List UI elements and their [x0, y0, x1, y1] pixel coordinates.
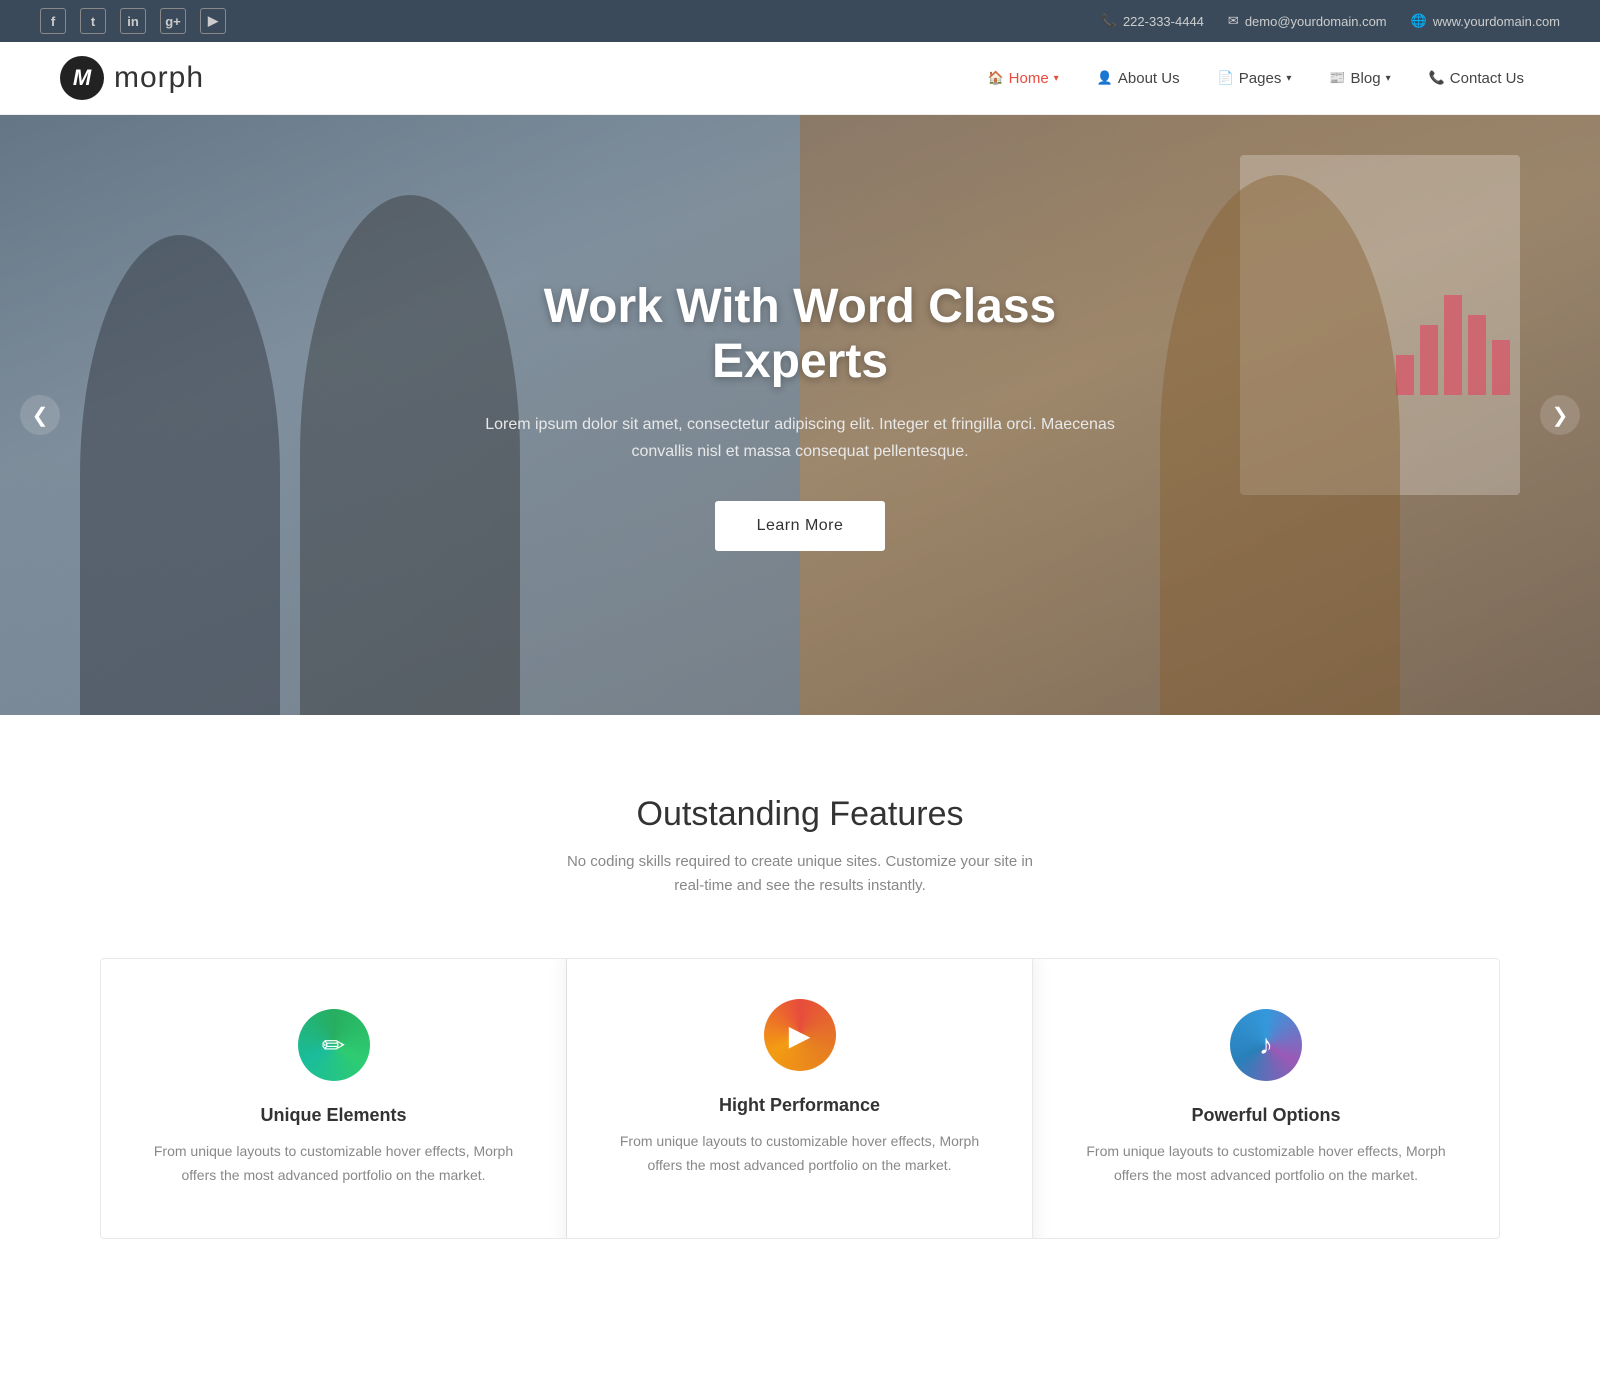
social-links[interactable]: f t in g+ ▶: [40, 8, 226, 34]
pages-icon: 📄: [1218, 70, 1234, 86]
contact-icon: 📞: [1429, 70, 1445, 86]
nav-home[interactable]: 🏠 Home ▾: [971, 62, 1074, 95]
feature-card-unique: ✏ Unique Elements From unique layouts to…: [101, 959, 567, 1238]
features-grid: ✏ Unique Elements From unique layouts to…: [100, 958, 1500, 1239]
about-icon: 👤: [1097, 70, 1113, 86]
hero-prev-button[interactable]: ❮: [20, 395, 60, 435]
phone-info: 📞 222-333-4444: [1101, 13, 1204, 29]
feature-options-desc: From unique layouts to customizable hove…: [1073, 1140, 1459, 1188]
hero-next-button[interactable]: ❯: [1540, 395, 1580, 435]
chevron-down-icon-2: ▾: [1286, 73, 1291, 84]
facebook-icon[interactable]: f: [40, 8, 66, 34]
hero-title: Work With Word Class Experts: [480, 279, 1120, 389]
twitter-icon[interactable]: t: [80, 8, 106, 34]
email-info: ✉ demo@yourdomain.com: [1228, 13, 1387, 29]
feature-performance-name: Hight Performance: [607, 1095, 992, 1116]
feature-unique-name: Unique Elements: [141, 1105, 526, 1126]
chevron-down-icon: ▾: [1054, 73, 1059, 84]
hero-description: Lorem ipsum dolor sit amet, consectetur …: [480, 411, 1120, 465]
features-title: Outstanding Features: [100, 795, 1500, 834]
nav-about[interactable]: 👤 About Us: [1081, 62, 1196, 95]
googleplus-icon[interactable]: g+: [160, 8, 186, 34]
globe-icon: 🌐: [1411, 13, 1427, 29]
website-url: www.yourdomain.com: [1433, 14, 1560, 29]
feature-unique-desc: From unique layouts to customizable hove…: [141, 1140, 526, 1188]
feature-card-performance: ▶ Hight Performance From unique layouts …: [567, 958, 1033, 1239]
feature-performance-desc: From unique layouts to customizable hove…: [607, 1130, 992, 1178]
chevron-down-icon-3: ▾: [1386, 73, 1391, 84]
phone-number: 222-333-4444: [1123, 14, 1204, 29]
features-section: Outstanding Features No coding skills re…: [0, 715, 1600, 1299]
nav-blog[interactable]: 📰 Blog ▾: [1313, 62, 1406, 95]
top-bar: f t in g+ ▶ 📞 222-333-4444 ✉ demo@yourdo…: [0, 0, 1600, 42]
home-icon: 🏠: [987, 70, 1003, 86]
nav-pages[interactable]: 📄 Pages ▾: [1202, 62, 1308, 95]
logo-text: morph: [114, 61, 204, 95]
hero-cta-button[interactable]: Learn More: [715, 501, 886, 551]
unique-elements-icon: ✏: [298, 1009, 370, 1081]
feature-card-options: ♪ Powerful Options From unique layouts t…: [1033, 959, 1499, 1238]
youtube-icon[interactable]: ▶: [200, 8, 226, 34]
options-icon: ♪: [1230, 1009, 1302, 1081]
header: M morph 🏠 Home ▾ 👤 About Us 📄 Pages ▾ 📰 …: [0, 42, 1600, 115]
logo-icon: M: [60, 56, 104, 100]
email-address: demo@yourdomain.com: [1245, 14, 1387, 29]
hero-section: ❮ Work With Word Class Experts Lorem ips…: [0, 115, 1600, 715]
logo[interactable]: M morph: [60, 56, 204, 100]
main-nav: 🏠 Home ▾ 👤 About Us 📄 Pages ▾ 📰 Blog ▾ 📞…: [971, 62, 1540, 95]
email-icon: ✉: [1228, 13, 1239, 29]
performance-icon: ▶: [764, 999, 836, 1071]
feature-options-name: Powerful Options: [1073, 1105, 1459, 1126]
contact-info: 📞 222-333-4444 ✉ demo@yourdomain.com 🌐 w…: [1101, 13, 1560, 29]
blog-icon: 📰: [1329, 70, 1345, 86]
nav-contact[interactable]: 📞 Contact Us: [1413, 62, 1540, 95]
website-info: 🌐 www.yourdomain.com: [1411, 13, 1560, 29]
phone-icon: 📞: [1101, 13, 1117, 29]
linkedin-icon[interactable]: in: [120, 8, 146, 34]
hero-content: Work With Word Class Experts Lorem ipsum…: [450, 279, 1150, 552]
features-subtitle: No coding skills required to create uniq…: [550, 850, 1050, 898]
